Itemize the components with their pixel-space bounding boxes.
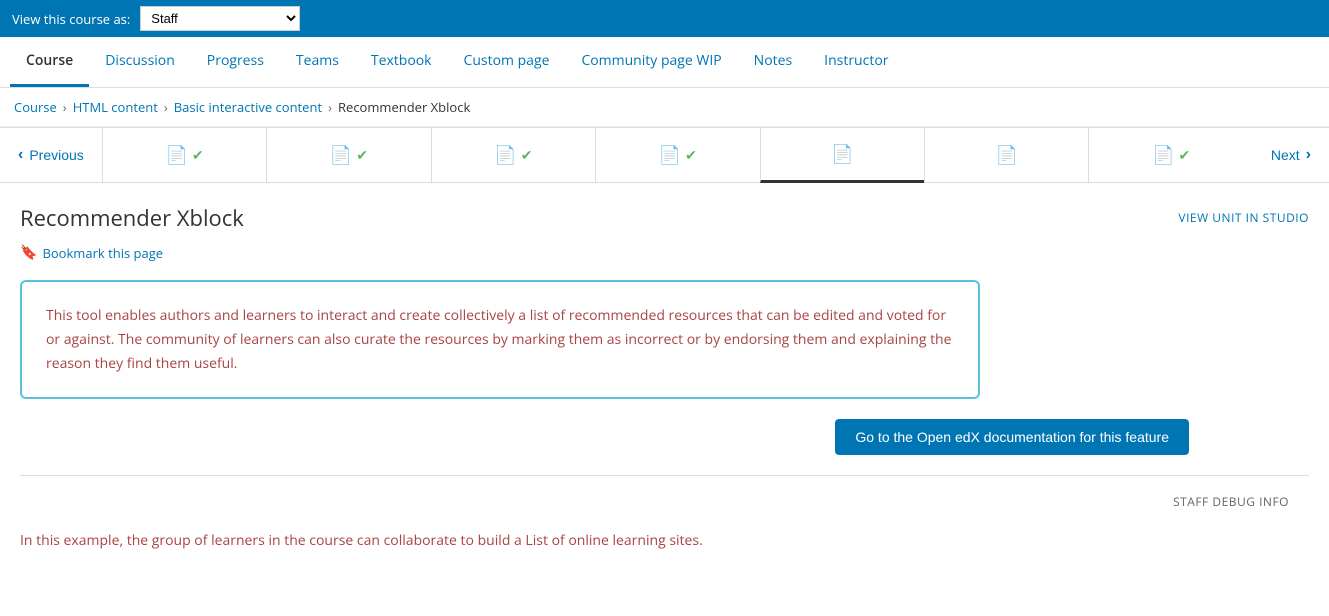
view-in-studio-link[interactable]: VIEW UNIT IN STUDIO: [1178, 203, 1309, 226]
nav-item-1-inner: 📄 ✔: [165, 143, 203, 167]
prev-label: Previous: [29, 147, 83, 163]
bookmark-label: Bookmark this page: [42, 244, 163, 262]
check-icon-1: ✔: [192, 146, 204, 165]
page-title: Recommender Xblock: [20, 203, 244, 233]
prev-chevron-icon: ‹: [18, 146, 23, 164]
recommender-text: This tool enables authors and learners t…: [46, 304, 954, 375]
page-icon-3: 📄: [494, 143, 516, 167]
nav-item-1[interactable]: 📄 ✔: [102, 128, 266, 182]
nav-item-2-inner: 📄 ✔: [330, 143, 368, 167]
main-content: Recommender Xblock VIEW UNIT IN STUDIO 🔖…: [0, 183, 1329, 573]
nav-tabs: Course Discussion Progress Teams Textboo…: [0, 37, 1329, 88]
tab-custom-page[interactable]: Custom page: [448, 37, 566, 87]
nav-item-7[interactable]: 📄 ✔: [1088, 128, 1252, 182]
tab-progress[interactable]: Progress: [191, 37, 280, 87]
nav-item-7-inner: 📄 ✔: [1152, 143, 1190, 167]
breadcrumb-html-content[interactable]: HTML content: [73, 98, 158, 116]
tab-textbook[interactable]: Textbook: [355, 37, 448, 87]
button-row: Go to the Open edX documentation for thi…: [20, 419, 1309, 465]
page-icon-6: 📄: [995, 143, 1017, 167]
tab-teams[interactable]: Teams: [280, 37, 355, 87]
check-icon-3: ✔: [521, 146, 533, 165]
page-icon-1: 📄: [165, 143, 187, 167]
nav-items: 📄 ✔ 📄 ✔ 📄 ✔ 📄 ✔: [102, 128, 1253, 182]
breadcrumb-basic-interactive[interactable]: Basic interactive content: [174, 98, 322, 116]
breadcrumb-current: Recommender Xblock: [338, 98, 470, 116]
nav-item-3[interactable]: 📄 ✔: [431, 128, 595, 182]
breadcrumb-sep-2: ›: [164, 98, 168, 116]
nav-item-6[interactable]: 📄: [924, 128, 1088, 182]
staff-debug-section: STAFF DEBUG INFO: [20, 475, 1309, 519]
view-as-label: View this course as:: [12, 10, 130, 28]
bottom-text: In this example, the group of learners i…: [20, 519, 1309, 553]
next-chevron-icon: ›: [1306, 146, 1311, 164]
content-header: Recommender Xblock VIEW UNIT IN STUDIO: [20, 203, 1309, 233]
tab-instructor[interactable]: Instructor: [808, 37, 904, 87]
tab-community-page[interactable]: Community page WIP: [565, 37, 737, 87]
recommender-box: This tool enables authors and learners t…: [20, 280, 980, 399]
nav-item-5[interactable]: 📄: [760, 128, 924, 183]
bookmark-link[interactable]: 🔖 Bookmark this page: [20, 243, 1309, 262]
breadcrumb: Course › HTML content › Basic interactiv…: [0, 88, 1329, 127]
check-icon-2: ✔: [356, 146, 368, 165]
nav-item-2[interactable]: 📄 ✔: [266, 128, 430, 182]
staff-debug-link[interactable]: STAFF DEBUG INFO: [1173, 493, 1289, 510]
tab-notes[interactable]: Notes: [738, 37, 809, 87]
breadcrumb-sep-1: ›: [63, 98, 67, 116]
page-icon-7: 📄: [1152, 143, 1174, 167]
tab-discussion[interactable]: Discussion: [89, 37, 191, 87]
page-icon-5: 📄: [831, 142, 853, 166]
bookmark-icon: 🔖: [20, 243, 37, 262]
next-button[interactable]: Next ›: [1253, 128, 1329, 182]
page-icon-2: 📄: [330, 143, 352, 167]
view-as-select[interactable]: Staff Learner: [140, 6, 300, 31]
nav-item-5-inner: 📄: [831, 142, 853, 166]
next-label: Next: [1271, 147, 1300, 163]
breadcrumb-course[interactable]: Course: [14, 98, 57, 116]
nav-item-6-inner: 📄: [995, 143, 1017, 167]
nav-item-3-inner: 📄 ✔: [494, 143, 532, 167]
nav-item-4[interactable]: 📄 ✔: [595, 128, 759, 182]
breadcrumb-sep-3: ›: [328, 98, 332, 116]
check-icon-4: ✔: [685, 146, 697, 165]
top-bar: View this course as: Staff Learner: [0, 0, 1329, 37]
unit-nav: ‹ Previous 📄 ✔ 📄 ✔ 📄 ✔ 📄: [0, 127, 1329, 183]
check-icon-7: ✔: [1178, 146, 1190, 165]
prev-button[interactable]: ‹ Previous: [0, 128, 102, 182]
doc-button[interactable]: Go to the Open edX documentation for thi…: [835, 419, 1189, 455]
page-icon-4: 📄: [659, 143, 681, 167]
tab-course[interactable]: Course: [10, 37, 89, 87]
nav-item-4-inner: 📄 ✔: [659, 143, 697, 167]
